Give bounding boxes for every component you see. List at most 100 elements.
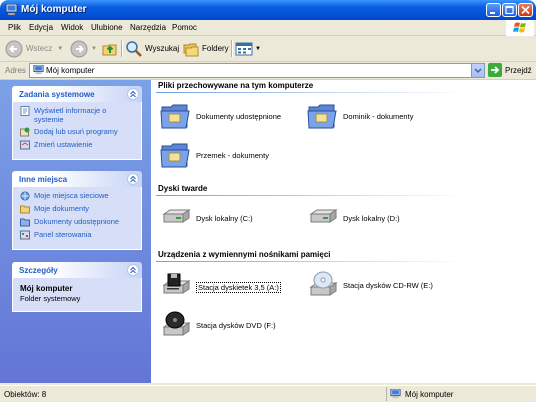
user-folder-icon [307, 104, 337, 129]
minimize-icon [490, 12, 495, 14]
up-folder-button[interactable] [101, 39, 119, 58]
item-floppy-a[interactable]: Stacja dyskietek 3,5 (A:) [159, 271, 281, 303]
maximize-button[interactable] [502, 3, 517, 17]
item-drive-d[interactable]: Dysk lokalny (D:) [306, 202, 400, 234]
computer-icon [33, 65, 44, 75]
item-label: Dysk lokalny (D:) [343, 213, 400, 223]
menu-file[interactable]: Plik [8, 23, 21, 32]
window-title: Mój komputer [21, 4, 87, 15]
folders-icon [183, 43, 199, 56]
section-title-drives: Dyski twarde [158, 184, 208, 193]
address-label: Adres [5, 66, 26, 75]
item-dvd-f[interactable]: Stacja dysków DVD (F:) [159, 309, 276, 341]
section-title-removable: Urządzenia z wymiennymi nośnikami pamięc… [158, 250, 331, 259]
forward-button[interactable]: ▼ [70, 39, 97, 58]
back-button[interactable]: Wstecz ▼ [5, 39, 63, 58]
go-button[interactable]: Przejdź [488, 63, 532, 77]
task-link-label: Dodaj lub usuń programy [34, 127, 118, 136]
forward-dropdown-icon[interactable]: ▼ [91, 46, 97, 52]
control-panel-icon [20, 230, 30, 240]
toolbar-separator [121, 40, 123, 57]
control-panel-icon [20, 140, 30, 150]
content-pane: Pliki przechowywane na tym komputerze Do… [151, 80, 536, 383]
maximize-icon [505, 5, 514, 15]
back-arrow-icon [5, 40, 23, 57]
menu-view[interactable]: Widok [61, 23, 83, 32]
item-cdrw-e[interactable]: Stacja dysków CD-RW (E:) [306, 269, 433, 301]
system-tasks-title: Zadania systemowe [19, 90, 95, 99]
back-label: Wstecz [26, 44, 53, 53]
search-button[interactable]: Wyszukaj [125, 39, 179, 58]
item-shared-documents[interactable]: Dokumenty udostępnione [159, 100, 281, 132]
task-link-system-info[interactable]: Wyświetl informacje o systemie [20, 106, 135, 124]
toolbar-separator [231, 40, 233, 57]
address-dropdown-button[interactable] [471, 64, 484, 77]
windows-flag-icon [513, 22, 526, 33]
back-dropdown-icon[interactable]: ▼ [57, 46, 63, 52]
place-link-my-documents[interactable]: Moje dokumenty [20, 204, 135, 214]
chevron-up-icon [130, 175, 136, 183]
hard-drive-icon [162, 209, 191, 223]
task-link-label: Wyświetl informacje o systemie [34, 106, 107, 124]
address-input[interactable]: Mój komputer [29, 63, 485, 78]
folder-icon [20, 205, 30, 214]
section-divider [156, 261, 466, 262]
folders-button[interactable]: Foldery [182, 39, 229, 58]
menu-bar: Plik Edycja Widok Ulubione Narzędzia Pom… [0, 20, 536, 36]
place-link-network[interactable]: Moje miejsca sieciowe [20, 191, 135, 201]
other-places-title: Inne miejsca [19, 175, 68, 184]
hard-drive-icon [309, 209, 338, 223]
add-remove-programs-icon [20, 127, 30, 137]
minimize-button[interactable] [486, 3, 501, 17]
item-label: Przemek - dokumenty [196, 150, 269, 160]
item-label: Dominik - dokumenty [343, 111, 414, 121]
details-header[interactable]: Szczegóły [12, 262, 142, 278]
details-panel: Szczegóły Mój komputer Folder systemowy [12, 262, 142, 312]
shared-folder-icon [20, 218, 30, 227]
collapse-button[interactable] [127, 173, 139, 185]
item-label: Dokumenty udostępnione [196, 111, 282, 121]
item-drive-c[interactable]: Dysk lokalny (C:) [159, 202, 253, 234]
system-tasks-header[interactable]: Zadania systemowe [12, 86, 142, 102]
network-places-icon [20, 191, 30, 201]
chevron-up-icon [130, 90, 136, 98]
item-label: Stacja dysków DVD (F:) [196, 320, 276, 330]
menu-edit[interactable]: Edycja [29, 23, 53, 32]
menu-help[interactable]: Pomoc [172, 23, 197, 32]
go-label: Przejdź [505, 65, 532, 75]
toolbar: Wstecz ▼ ▼ Wyszukaj Foldery ▼ [0, 36, 536, 62]
task-link-add-remove-programs[interactable]: Dodaj lub usuń programy [20, 127, 135, 137]
status-bar: Obiektów: 8 Mój komputer [0, 385, 536, 402]
task-link-label: Zmień ustawienie [34, 140, 93, 149]
item-przemek-documents[interactable]: Przemek - dokumenty [159, 139, 269, 171]
other-places-header[interactable]: Inne miejsca [12, 171, 142, 187]
folder-up-icon [102, 44, 117, 55]
menu-favorites[interactable]: Ulubione [91, 23, 123, 32]
task-link-change-setting[interactable]: Zmień ustawienie [20, 140, 135, 150]
details-type: Folder systemowy [20, 294, 81, 303]
status-location: Mój komputer [405, 390, 454, 399]
section-divider [156, 195, 466, 196]
shared-folder-icon [160, 104, 190, 129]
collapse-button[interactable] [127, 88, 139, 100]
place-link-control-panel[interactable]: Panel sterowania [20, 230, 135, 240]
place-link-label: Moje dokumenty [34, 204, 90, 213]
explorer-window: Mój komputer Plik Edycja Widok Ulubione … [0, 0, 536, 402]
item-dominik-documents[interactable]: Dominik - dokumenty [306, 100, 413, 132]
search-label: Wyszukaj [145, 44, 180, 53]
status-location-panel: Mój komputer [386, 387, 533, 401]
place-link-shared-documents[interactable]: Dokumenty udostępnione [20, 217, 135, 227]
close-button[interactable] [518, 3, 533, 17]
menu-tools[interactable]: Narzędzia [130, 23, 166, 32]
chevron-down-icon [474, 68, 482, 74]
views-button[interactable]: ▼ [235, 39, 261, 58]
collapse-button[interactable] [127, 264, 139, 276]
item-label: Stacja dysków CD-RW (E:) [343, 280, 433, 290]
close-icon [521, 5, 530, 15]
details-body: Mój komputer Folder systemowy [12, 278, 142, 312]
status-object-count: Obiektów: 8 [4, 390, 47, 399]
user-folder-icon [160, 143, 190, 168]
views-dropdown-icon[interactable]: ▼ [255, 46, 261, 52]
computer-icon [5, 4, 18, 16]
title-bar[interactable]: Mój komputer [0, 0, 536, 20]
